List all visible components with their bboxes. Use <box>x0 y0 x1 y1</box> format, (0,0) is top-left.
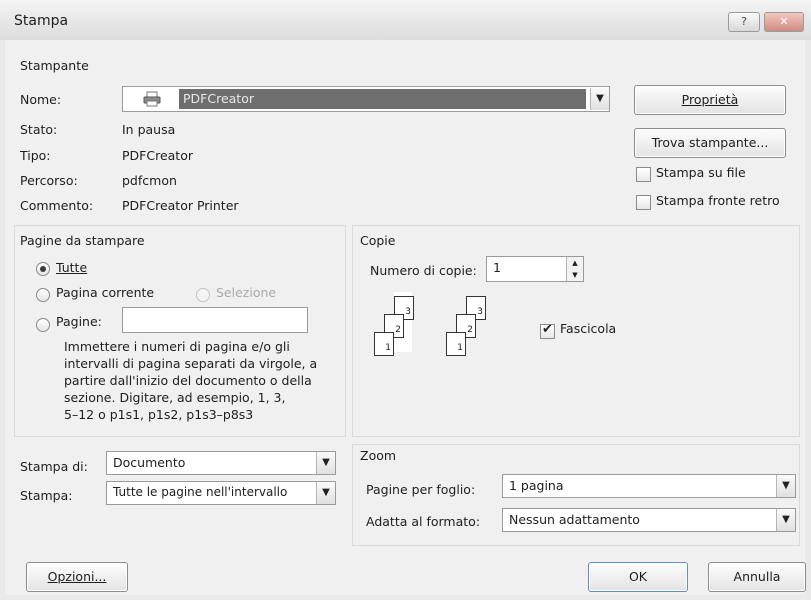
printer-section-label: Stampante <box>20 58 89 73</box>
copies-count-input[interactable]: 1 ▲ ▼ <box>486 256 584 282</box>
scale-select[interactable]: Nessun adattamento ▼ <box>502 508 796 532</box>
radio-pages[interactable] <box>36 318 50 332</box>
selection-label: Selezione <box>216 285 277 300</box>
close-button[interactable]: ✕ <box>764 12 804 32</box>
printer-path-value: pdfcmon <box>122 173 177 188</box>
printer-name-label: Nome: <box>20 92 62 107</box>
collated-pages-icon-2: 3 2 1 <box>444 292 508 364</box>
spin-up-icon[interactable]: ▲ <box>567 257 583 269</box>
printer-status-label: Stato: <box>20 122 58 137</box>
window-title: Stampa <box>14 13 69 29</box>
ok-button[interactable]: OK <box>588 562 688 592</box>
printer-path-label: Percorso: <box>20 173 78 188</box>
find-printer-button[interactable]: Trova stampante... <box>634 128 786 158</box>
collated-pages-icon: 3 2 1 <box>372 292 436 364</box>
all-pages-label: Tutte <box>56 260 88 275</box>
printer-comment-label: Commento: <box>20 198 94 213</box>
copies-section-label: Copie <box>360 233 396 248</box>
pages-per-sheet-label: Pagine per foglio: <box>366 482 476 497</box>
page-range-section-label: Pagine da stampare <box>20 233 145 248</box>
printer-comment-value: PDFCreator Printer <box>122 198 239 213</box>
chevron-down-icon: ▼ <box>776 509 795 531</box>
printer-type-value: PDFCreator <box>122 148 193 163</box>
printer-name-value: PDFCreator <box>183 91 254 106</box>
radio-all-pages[interactable] <box>36 262 50 276</box>
collate-checkbox[interactable]: ✔ <box>540 322 555 339</box>
printer-icon <box>143 91 161 107</box>
printer-type-label: Tipo: <box>20 148 51 163</box>
title-bar: Stampa ? ✕ <box>0 0 811 40</box>
help-icon: ? <box>741 15 747 28</box>
options-button[interactable]: Opzioni... <box>26 562 128 592</box>
help-button[interactable]: ? <box>728 12 760 32</box>
properties-button[interactable]: Proprietà <box>634 85 786 115</box>
chevron-down-icon: ▼ <box>590 88 609 110</box>
chevron-down-icon: ▼ <box>316 482 335 504</box>
pages-per-sheet-select[interactable]: 1 pagina ▼ <box>502 474 796 498</box>
print-to-file-checkbox[interactable] <box>636 167 651 182</box>
zoom-section-label: Zoom <box>360 448 397 463</box>
print-range-label: Stampa: <box>20 488 73 503</box>
pages-help-text: Immettere i numeri di pagina e/o gli int… <box>64 339 318 422</box>
chevron-down-icon: ▼ <box>776 475 795 497</box>
radio-selection[interactable] <box>196 288 210 302</box>
print-what-label: Stampa di: <box>20 459 88 474</box>
chevron-down-icon: ▼ <box>316 452 335 474</box>
close-icon: ✕ <box>779 15 789 28</box>
copies-count-label: Numero di copie: <box>370 263 477 278</box>
duplex-checkbox[interactable] <box>636 195 651 210</box>
printer-status-value: In pausa <box>122 122 176 137</box>
printer-name-select[interactable]: PDFCreator ▼ <box>122 86 610 112</box>
print-to-file-label: Stampa su file <box>656 165 746 180</box>
pages-label: Pagine: <box>56 314 102 329</box>
copies-spinner[interactable]: ▲ ▼ <box>566 257 583 281</box>
print-range-select[interactable]: Tutte le pagine nell'intervallo ▼ <box>106 481 336 505</box>
current-page-label: Pagina corrente <box>56 285 155 300</box>
spin-down-icon[interactable]: ▼ <box>567 269 583 281</box>
cancel-button[interactable]: Annulla <box>708 562 806 592</box>
scale-label: Adatta al formato: <box>366 514 481 529</box>
collate-label: Fascicola <box>560 321 617 336</box>
pages-input[interactable] <box>122 307 308 333</box>
check-icon: ✔ <box>542 322 553 337</box>
print-what-select[interactable]: Documento ▼ <box>106 451 336 475</box>
radio-current-page[interactable] <box>36 288 50 302</box>
duplex-label: Stampa fronte retro <box>656 193 780 208</box>
